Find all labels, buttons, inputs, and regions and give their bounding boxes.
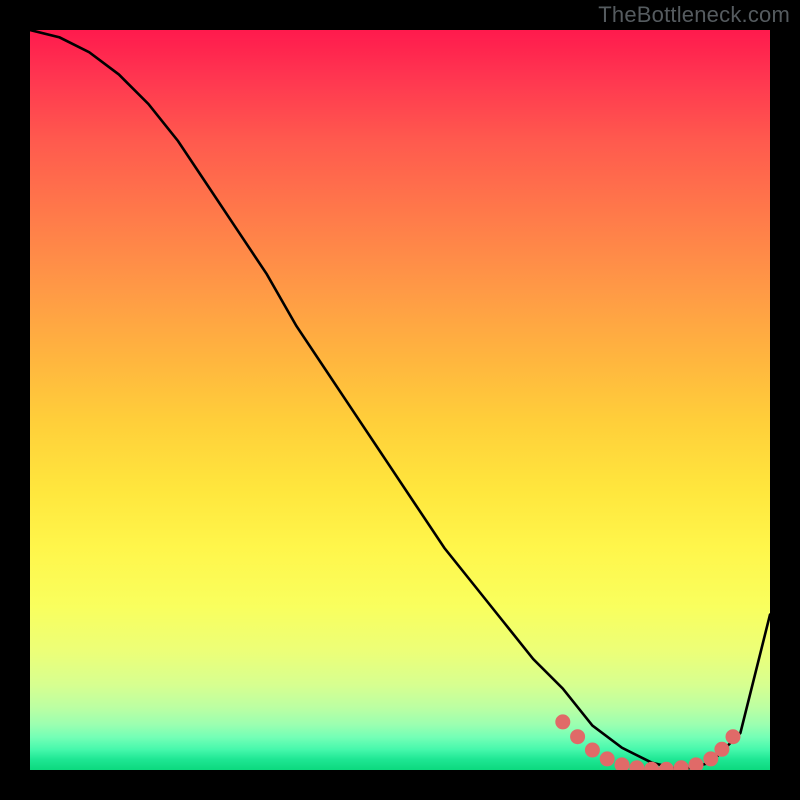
curve-marker: [556, 715, 570, 729]
watermark-text: TheBottleneck.com: [598, 2, 790, 28]
plot-area: [30, 30, 770, 770]
curve-svg: [30, 30, 770, 770]
curve-marker: [630, 761, 644, 770]
curve-marker: [585, 743, 599, 757]
curve-marker: [571, 730, 585, 744]
curve-marker: [615, 758, 629, 770]
bottleneck-curve: [30, 30, 770, 770]
curve-marker: [600, 752, 614, 766]
curve-layer: [30, 30, 770, 770]
curve-marker: [689, 758, 703, 770]
curve-marker: [715, 742, 729, 756]
curve-marker: [659, 762, 673, 770]
curve-marker: [704, 752, 718, 766]
chart-frame: TheBottleneck.com: [0, 0, 800, 800]
curve-marker: [726, 730, 740, 744]
curve-marker: [674, 761, 688, 770]
